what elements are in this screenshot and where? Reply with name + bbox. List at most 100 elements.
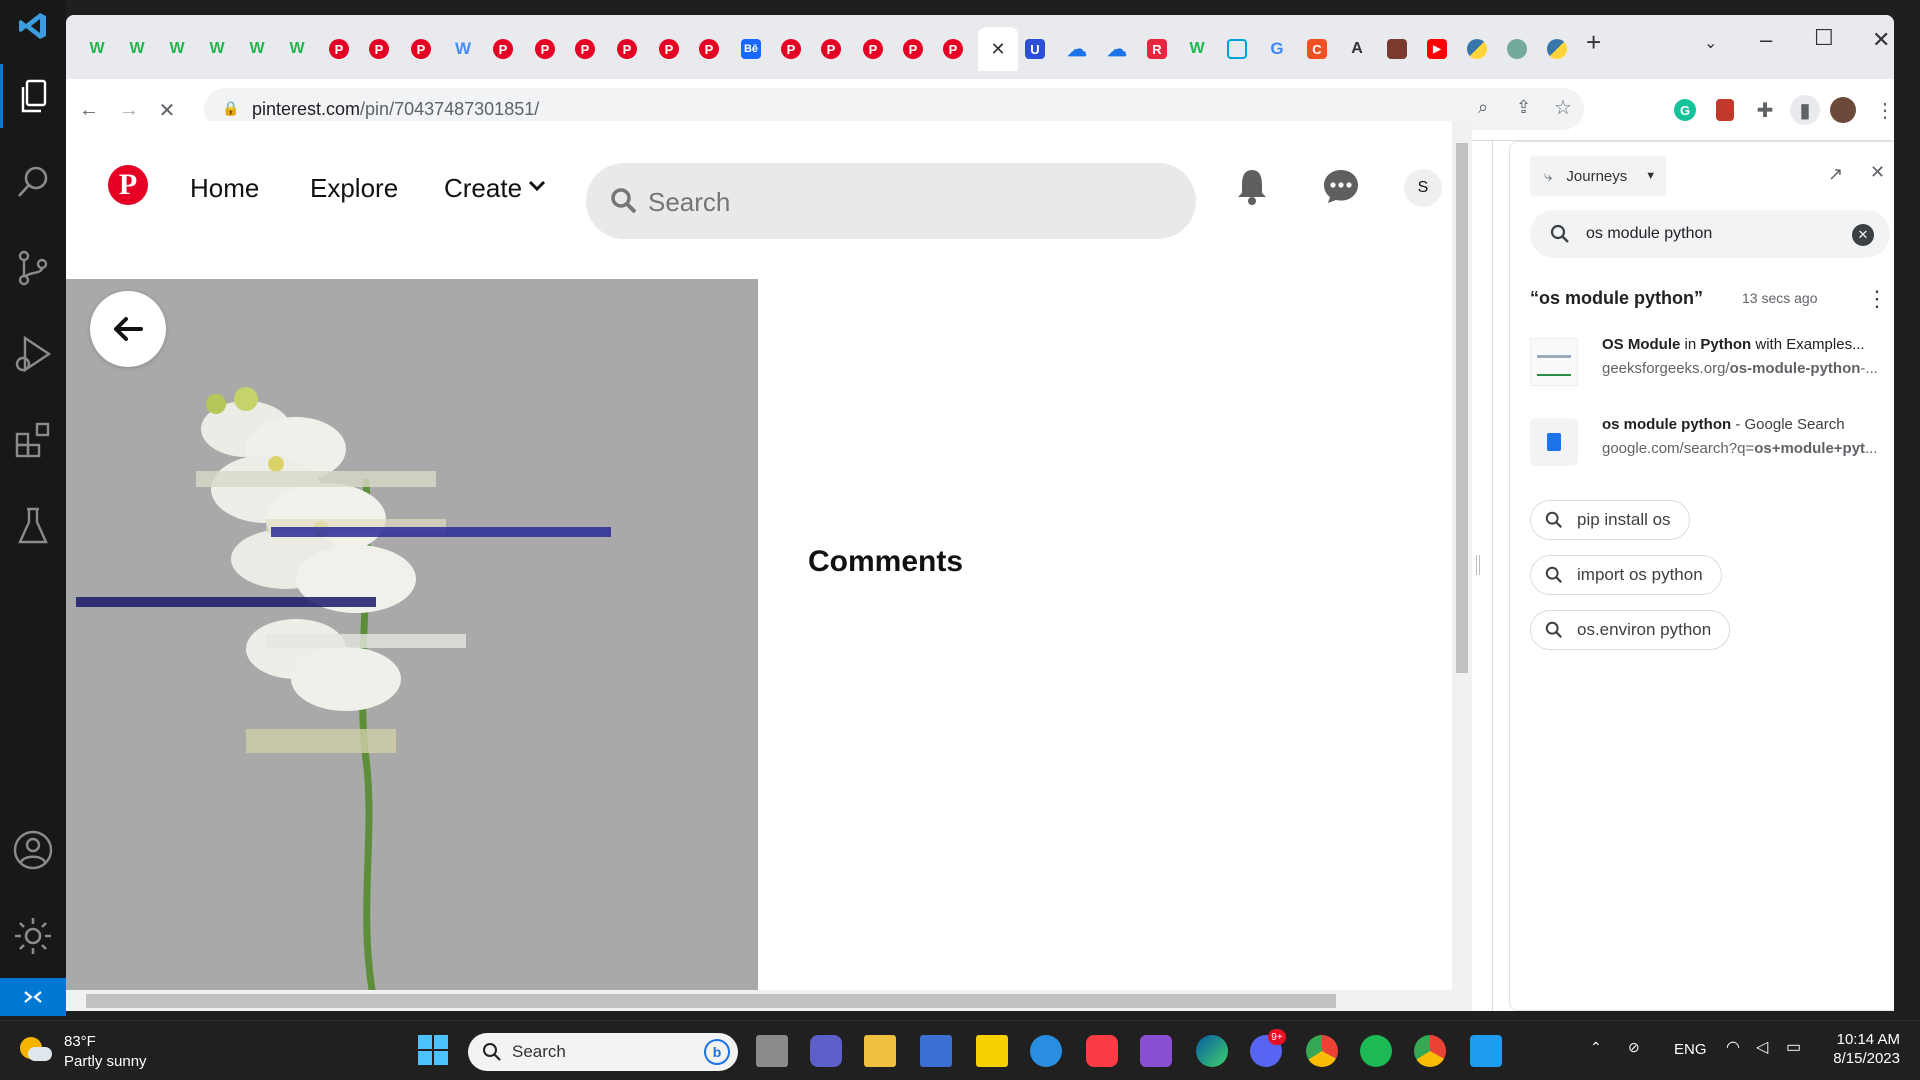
forward-arrow-icon[interactable]: → (116, 97, 142, 123)
vertical-scroll-thumb[interactable] (1456, 143, 1468, 673)
chevron-down-icon[interactable] (528, 179, 546, 193)
journey-title[interactable]: “os module python” (1530, 288, 1703, 309)
tab-u[interactable]: U (1018, 33, 1052, 65)
tab-pinterest[interactable]: P (486, 33, 520, 65)
back-button[interactable] (90, 291, 166, 367)
clear-search-icon[interactable]: ✕ (1852, 224, 1874, 246)
tab-chatgpt[interactable] (1500, 33, 1534, 65)
language-indicator[interactable]: ENG (1674, 1041, 1707, 1058)
tab-google[interactable]: G (1260, 33, 1294, 65)
tab-pinterest[interactable]: P (610, 33, 644, 65)
clock[interactable]: 10:14 AM 8/15/2023 (1822, 1031, 1900, 1067)
tab-pinterest[interactable]: P (896, 33, 930, 65)
pinterest-logo-icon[interactable]: P (108, 165, 148, 205)
spotify-icon[interactable] (1360, 1035, 1392, 1067)
tab-pinterest[interactable]: P (404, 33, 438, 65)
tab-pinterest[interactable]: P (652, 33, 686, 65)
tab-cloud[interactable]: ☁ (1060, 33, 1094, 65)
nav-create[interactable]: Create (444, 173, 522, 204)
tab-pinterest[interactable]: P (568, 33, 602, 65)
tab-python[interactable] (1540, 33, 1574, 65)
url-text[interactable]: pinterest.com/pin/70437487301851/ (252, 99, 539, 120)
tab-webtoon[interactable]: W (1180, 33, 1214, 65)
tray-chevron-up-icon[interactable]: ⌃ (1590, 1039, 1602, 1056)
side-panel-icon[interactable]: ▮ (1790, 95, 1820, 125)
tab-webtoon[interactable]: W (280, 33, 314, 65)
maximize-button[interactable]: ☐ (1814, 25, 1834, 51)
clipchamp-icon[interactable] (1140, 1035, 1172, 1067)
testing-icon[interactable] (0, 494, 66, 558)
vscode-taskbar-icon[interactable] (1470, 1035, 1502, 1067)
vertical-scrollbar[interactable] (1452, 121, 1472, 1011)
search-icon[interactable] (0, 150, 66, 214)
task-view-icon[interactable] (756, 1035, 788, 1067)
tab-pinterest[interactable]: P (814, 33, 848, 65)
share-icon[interactable]: ⇪ (1516, 97, 1531, 118)
teams-icon[interactable] (810, 1035, 842, 1067)
chrome-icon[interactable] (1306, 1035, 1338, 1067)
tab-c[interactable]: C (1300, 33, 1334, 65)
back-arrow-icon[interactable]: ← (76, 97, 102, 123)
tab-pinterest[interactable]: P (362, 33, 396, 65)
related-search-chip[interactable]: os.environ python (1530, 610, 1731, 650)
extensions-icon[interactable] (0, 408, 66, 472)
tab-active[interactable]: ✕ (978, 27, 1018, 71)
tab-webtoon[interactable]: W (80, 33, 114, 65)
tab-pinterest[interactable]: P (528, 33, 562, 65)
tab-bilibili[interactable] (1220, 33, 1254, 65)
tab-python[interactable] (1460, 33, 1494, 65)
related-search-chip[interactable]: import os python (1530, 555, 1722, 595)
user-avatar[interactable]: S (1404, 169, 1442, 207)
close-panel-icon[interactable]: ✕ (1870, 162, 1885, 183)
extension-red-icon[interactable] (1712, 97, 1738, 123)
minimize-button[interactable]: – (1760, 27, 1772, 53)
tab-r[interactable]: R (1140, 33, 1174, 65)
profile-avatar[interactable] (1830, 97, 1856, 123)
tab-pinterest[interactable]: P (774, 33, 808, 65)
stop-loading-icon[interactable]: ✕ (154, 97, 180, 123)
nav-explore[interactable]: Explore (310, 173, 398, 204)
nav-home[interactable]: Home (190, 173, 259, 204)
volume-icon[interactable]: ◁ (1756, 1037, 1768, 1057)
horizontal-scroll-thumb[interactable] (86, 994, 1336, 1008)
open-new-tab-icon[interactable]: ↗ (1828, 164, 1843, 185)
explorer-icon[interactable] (0, 64, 66, 128)
tab-pinterest[interactable]: P (692, 33, 726, 65)
related-search-chip[interactable]: pip install os (1530, 500, 1690, 540)
tab-translate[interactable]: A (1340, 33, 1374, 65)
tab-search-chevron-icon[interactable]: ⌄ (1704, 33, 1717, 53)
tab-webtoon[interactable]: W (120, 33, 154, 65)
bookmark-star-icon[interactable]: ☆ (1554, 95, 1572, 120)
menu-kebab-icon[interactable]: ⋮ (1872, 97, 1894, 123)
journey-result-item[interactable]: os module python - Google Search google.… (1530, 412, 1890, 472)
battery-icon[interactable]: ▭ (1786, 1037, 1801, 1057)
bing-icon[interactable]: b (704, 1039, 730, 1065)
zoom-icon[interactable]: ⌕ (1478, 97, 1488, 118)
tab-misc[interactable] (1380, 33, 1414, 65)
tab-pinterest[interactable]: P (322, 33, 356, 65)
taskbar-search-box[interactable]: Search b (468, 1033, 738, 1071)
notifications-bell-icon[interactable] (1236, 167, 1268, 207)
sticky-notes-icon[interactable] (976, 1035, 1008, 1067)
tab-webtoon[interactable]: W (160, 33, 194, 65)
side-panel-resize-handle[interactable] (1476, 555, 1480, 575)
wifi-icon[interactable]: ◠ (1726, 1037, 1740, 1057)
remote-indicator-icon[interactable] (0, 978, 66, 1016)
source-control-icon[interactable] (0, 236, 66, 300)
accounts-icon[interactable] (0, 818, 66, 882)
start-windows-icon[interactable] (418, 1035, 448, 1065)
tab-pinterest[interactable]: P (856, 33, 890, 65)
tab-cloud[interactable]: ☁ (1100, 33, 1134, 65)
journeys-search-query[interactable]: os module python (1586, 225, 1712, 243)
network-off-icon[interactable]: ⊘ (1628, 1039, 1640, 1056)
close-tab-icon[interactable]: ✕ (990, 39, 1005, 60)
run-debug-icon[interactable] (0, 322, 66, 386)
tab-behance[interactable]: Bē (734, 33, 768, 65)
pinterest-search-bar[interactable] (586, 163, 1196, 239)
discord-icon[interactable]: 9+ (1250, 1029, 1286, 1067)
journey-menu-kebab-icon[interactable]: ⋮ (1866, 286, 1888, 312)
tab-webtoon[interactable]: W (200, 33, 234, 65)
tab-wattpad[interactable]: W (446, 33, 480, 65)
edge-icon[interactable] (1196, 1035, 1228, 1067)
pinterest-search-input[interactable] (648, 185, 1168, 219)
